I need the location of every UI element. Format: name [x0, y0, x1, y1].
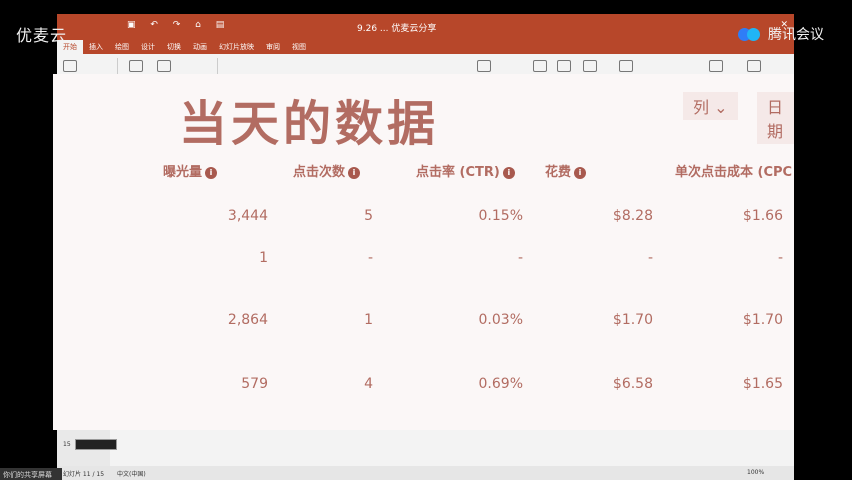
table-cell: 0.15% — [478, 208, 523, 224]
column-header-label: 花费 — [545, 165, 572, 180]
column-header-spend: 花费 i — [545, 161, 587, 180]
status-bar: 幻灯片 11 / 15 中文(中国) 100% — [57, 466, 794, 480]
ribbon-tab[interactable]: 视图 — [286, 40, 312, 54]
table-cell: $6.58 — [612, 376, 653, 392]
ribbon-tabs: 开始 插入 绘图 设计 切换 动画 幻灯片放映 审阅 视图 — [57, 40, 794, 54]
table-cell: 0.69% — [478, 376, 523, 392]
table-cell: 579 — [241, 376, 268, 392]
slide-thumbnail[interactable] — [75, 439, 117, 450]
column-header-label: 点击率 (CTR) — [416, 165, 500, 180]
column-header-cpc: 单次点击成本 (CPC — [675, 165, 793, 180]
table-cell: 1 — [259, 250, 268, 266]
info-icon[interactable]: i — [574, 166, 587, 179]
screen-share-label[interactable]: 你们的共享屏幕 — [0, 468, 62, 480]
screen: ▣ ↶ ↷ ⌂ ▤ 9.26 ... 优麦云分享 ✕ 开始 插入 绘图 设计 切换 动画幻… — [0, 0, 852, 480]
table-cell: 4 — [364, 376, 373, 392]
ribbon-tab[interactable]: 绘图 — [109, 40, 135, 54]
table-cell: - — [517, 250, 523, 266]
date-dropdown[interactable]: 日期 — [757, 92, 794, 144]
table-cell: 3,444 — [227, 208, 268, 224]
ribbon-tab[interactable]: 设计 — [135, 40, 161, 54]
column-header-label: 曝光量 — [163, 165, 203, 180]
thumbnail-number: 15 — [63, 441, 71, 448]
ribbon-tab[interactable]: 切换 — [161, 40, 187, 54]
table-cell: $1.70 — [742, 312, 783, 328]
table-cell: 1 — [364, 312, 373, 328]
column-header-impressions: 曝光量 i — [163, 161, 218, 180]
table-cell: 2,864 — [227, 312, 268, 328]
meeting-app-brand: 腾讯会议 — [738, 24, 824, 44]
table-cell: - — [647, 250, 653, 266]
table-cell: - — [777, 250, 783, 266]
chevron-down-icon: ⌄ — [714, 98, 728, 117]
document-title: 9.26 ... 优麦云分享 — [357, 24, 437, 34]
ribbon-tab[interactable]: 插入 — [83, 40, 109, 54]
ribbon-tab[interactable]: 动画 — [187, 40, 213, 54]
meeting-app-name: 腾讯会议 — [768, 27, 824, 43]
table-cell: 0.03% — [478, 312, 523, 328]
slide-canvas[interactable]: 当天的数据 列 ⌄ 日期 曝光量 i 点击次数 i 点击率 (CTR) i 花费 i 单… — [53, 74, 794, 430]
info-icon[interactable]: i — [502, 166, 515, 179]
column-header-clicks: 点击次数 i — [293, 161, 361, 180]
ribbon-tab[interactable]: 审阅 — [260, 40, 286, 54]
quick-access-toolbar[interactable]: ▣ ↶ ↷ ⌂ ▤ — [127, 20, 230, 30]
slide-title: 当天的数据 — [179, 96, 440, 152]
table-cell: $8.28 — [612, 208, 653, 224]
columns-dropdown-label: 列 — [693, 98, 710, 117]
column-header-ctr: 点击率 (CTR) i — [416, 161, 515, 180]
title-bar: ▣ ↶ ↷ ⌂ ▤ 9.26 ... 优麦云分享 ✕ — [57, 14, 794, 40]
table-cell: $1.66 — [742, 208, 783, 224]
table-cell: 5 — [364, 208, 373, 224]
columns-dropdown[interactable]: 列 ⌄ — [683, 92, 738, 120]
info-icon[interactable]: i — [348, 166, 361, 179]
table-cell: $1.65 — [742, 376, 783, 392]
table-cell: - — [367, 250, 373, 266]
column-header-label: 点击次数 — [293, 165, 346, 180]
table-cell: $1.70 — [612, 312, 653, 328]
brand-watermark: 优麦云 — [16, 26, 68, 45]
language: 中文(中国) — [117, 471, 146, 478]
zoom-level[interactable]: 100% — [747, 469, 764, 476]
ribbon-tab[interactable]: 幻灯片放映 — [213, 40, 260, 54]
meeting-logo-icon — [738, 26, 764, 42]
slide-info: 幻灯片 11 / 15 — [63, 471, 105, 478]
info-icon[interactable]: i — [205, 166, 218, 179]
